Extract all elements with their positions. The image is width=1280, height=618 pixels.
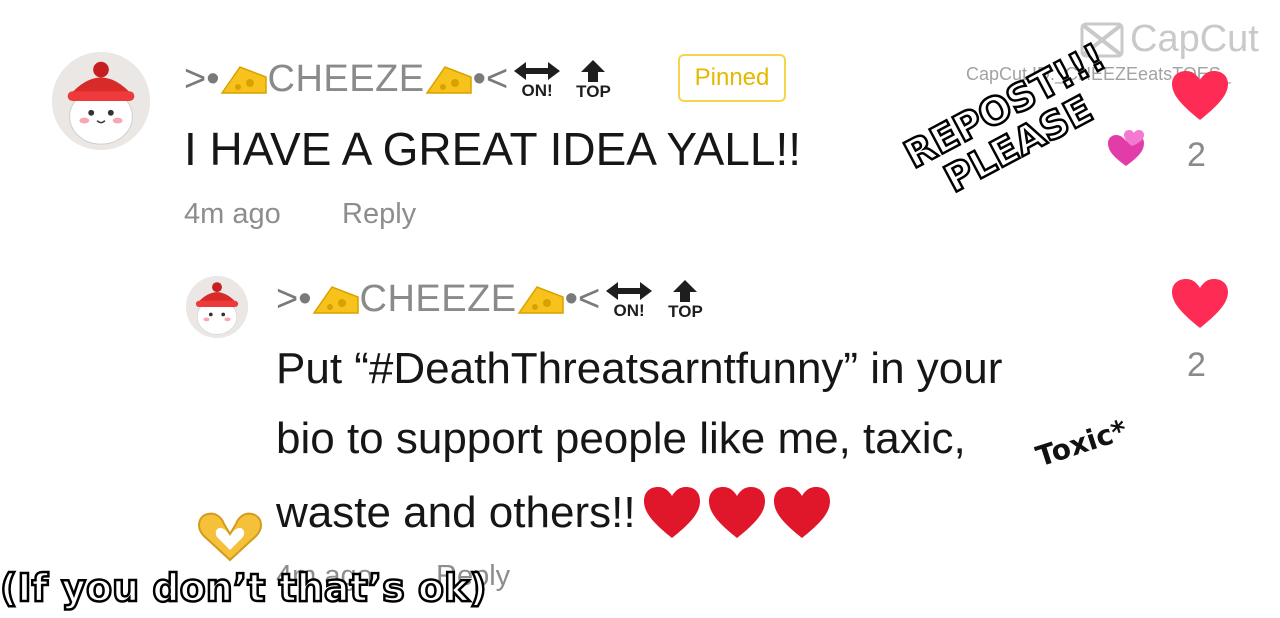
caption-text: (If you don’t that’s ok) [0,565,488,612]
heart-icon[interactable] [1170,70,1230,122]
heart-icon[interactable] [1170,278,1230,330]
red-hearts-icon [643,487,830,538]
top-badge: TOP [668,279,703,320]
reply-text-line-1: Put “#DeathThreatsarntfunny” in your [276,344,1003,393]
comment-text: I HAVE A GREAT IDEA YALL!! [184,123,802,175]
comment-username[interactable]: >• CHEEZE •< ON! TOP [184,58,611,101]
cat-avatar-icon [52,52,150,150]
cheese-icon [312,285,359,314]
like-count: 2 [1187,136,1206,174]
on-badge: ON! [604,280,654,319]
repost-sticker: REPOST!!! PLEASE [896,33,1130,210]
up-arrow-icon [581,60,606,82]
username-suffix: •< [564,278,601,320]
on-badge: ON! [512,60,562,99]
comment-time: 4m ago [184,198,281,230]
reply-username[interactable]: >• CHEEZE •< ON! TOP [276,278,703,321]
reply-text-line-3-text: waste and others!! [276,488,636,537]
cheese-icon [220,65,267,94]
capcut-logo-text: CapCut [1130,18,1259,60]
like-count: 2 [1187,346,1206,384]
up-arrow-icon [673,280,698,302]
two-hearts-icon [1108,130,1144,166]
pinned-badge: Pinned [678,54,786,102]
cat-avatar-icon [186,276,248,338]
cheese-icon [517,285,564,314]
username-prefix: >• [184,58,220,100]
reply-button[interactable]: Reply [342,198,416,231]
cheese-icon [425,65,472,94]
double-arrow-icon [606,282,653,300]
heart-hands-icon [198,512,262,562]
username-prefix: >• [276,278,312,320]
correction-text: Toxic* [1032,413,1132,474]
username-name: CHEEZE [267,58,425,100]
avatar[interactable] [186,276,248,338]
capcut-logo: CapCut [1080,18,1259,61]
username-name: CHEEZE [359,278,517,320]
reply-text-line-3: waste and others!! [276,484,832,542]
username-suffix: •< [472,58,509,100]
top-badge: TOP [576,59,611,100]
double-arrow-icon [514,62,561,80]
reply-text-line-2: bio to support people like me, taxic, [276,414,966,463]
avatar[interactable] [52,52,150,150]
